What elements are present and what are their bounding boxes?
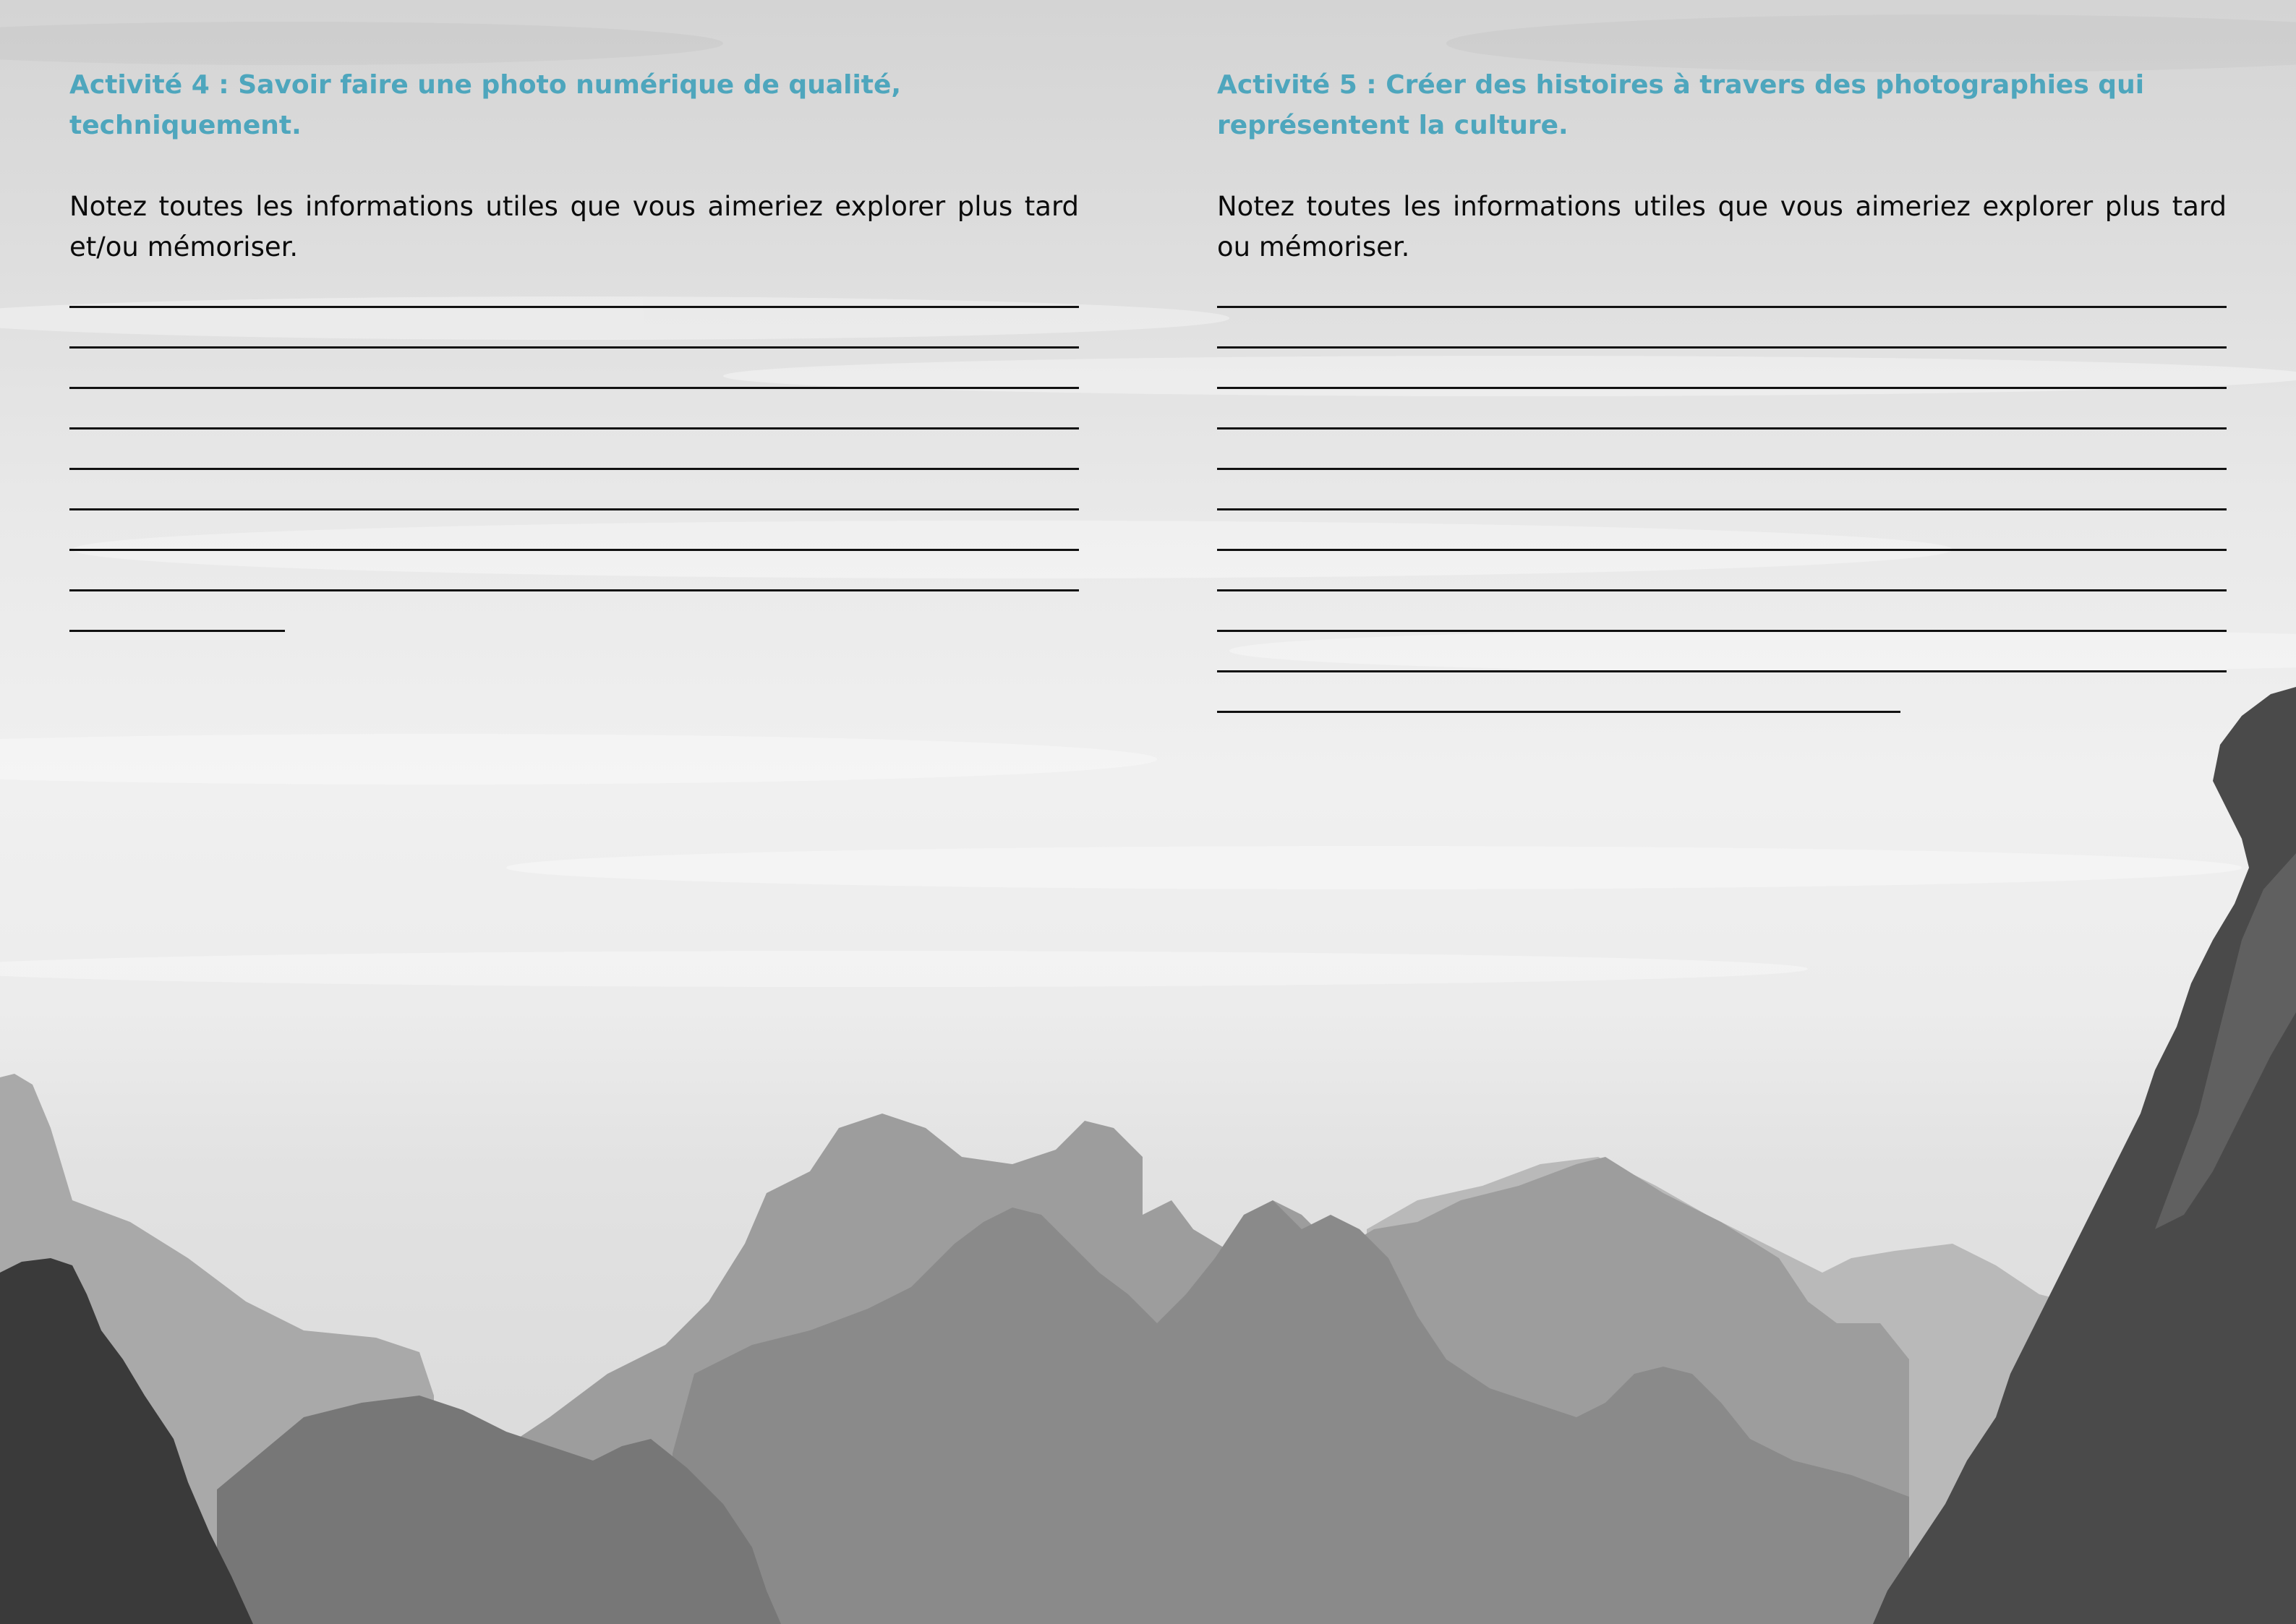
right-foreground-cliff	[1873, 687, 2296, 1624]
writing-line[interactable]	[1217, 268, 2227, 308]
right-cliff-highlight	[2155, 853, 2296, 1229]
mid-range	[673, 1200, 1909, 1624]
activity-4-instruction: Notez toutes les informations utiles que…	[69, 191, 1079, 262]
writing-line[interactable]	[1217, 510, 2227, 551]
writing-line[interactable]	[69, 551, 1079, 591]
activity-5-instruction: Notez toutes les informations utiles que…	[1217, 191, 2227, 262]
writing-line[interactable]	[69, 268, 1079, 308]
writing-line[interactable]	[1217, 591, 2227, 632]
writing-line-partial[interactable]	[69, 591, 285, 632]
left-foreground-rock	[0, 1258, 253, 1624]
writing-line[interactable]	[69, 349, 1079, 389]
activity-5-title: Activité 5 : Créer des histoires à trave…	[1217, 70, 2145, 140]
left-far-ridge	[0, 1074, 434, 1624]
writing-line[interactable]	[1217, 349, 2227, 389]
writing-line[interactable]	[1217, 551, 2227, 591]
far-mountain-range	[1367, 1157, 2068, 1624]
activity-5-writing-lines[interactable]	[1217, 268, 2227, 713]
writing-line[interactable]	[1217, 389, 2227, 429]
activity-5-section: Activité 5 : Créer des histoires à trave…	[1217, 65, 2227, 713]
left-foreground-hills	[217, 1396, 781, 1624]
activity-4-writing-lines[interactable]	[69, 268, 1079, 632]
writing-line[interactable]	[69, 308, 1079, 349]
writing-line[interactable]	[1217, 429, 2227, 470]
writing-line[interactable]	[1217, 632, 2227, 672]
writing-line[interactable]	[1217, 308, 2227, 349]
activity-4-section: Activité 4 : Savoir faire une photo numé…	[69, 65, 1079, 632]
writing-line[interactable]	[69, 510, 1079, 551]
activity-4-title: Activité 4 : Savoir faire une photo numé…	[69, 70, 902, 140]
writing-line[interactable]	[69, 389, 1079, 429]
writing-line[interactable]	[1217, 470, 2227, 510]
worksheet-page: { "activities": [ { "title": "Activité 4…	[0, 0, 2296, 1624]
central-peaks	[506, 1114, 1909, 1624]
writing-line[interactable]	[69, 429, 1079, 470]
writing-line-partial[interactable]	[1217, 672, 1900, 713]
writing-line[interactable]	[69, 470, 1079, 510]
